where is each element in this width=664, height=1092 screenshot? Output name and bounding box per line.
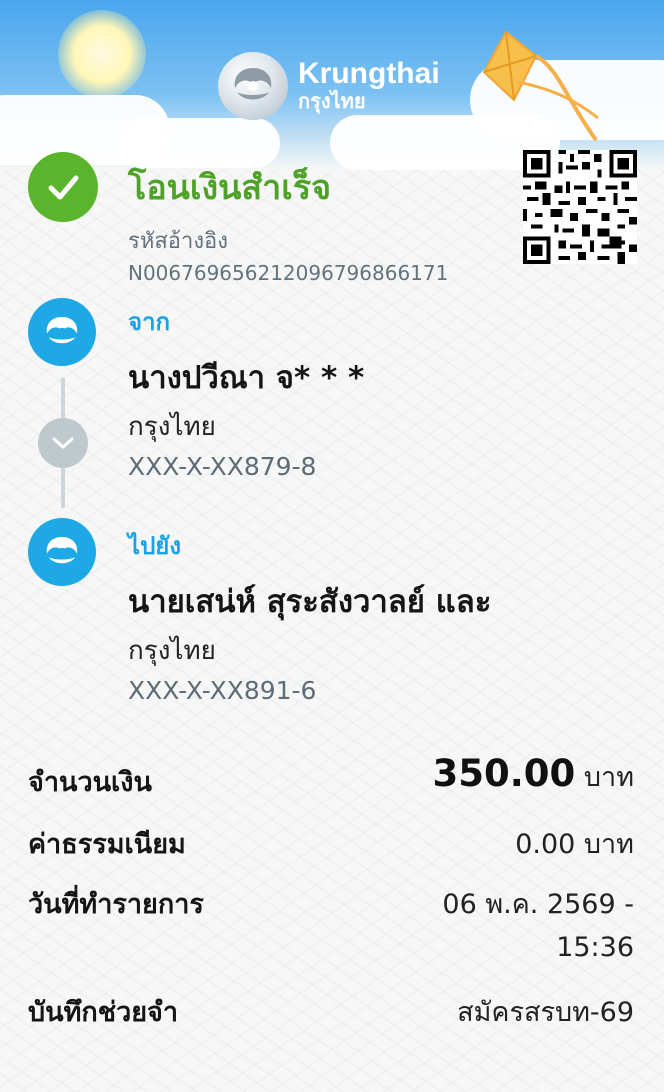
sender-bank: กรุงไทย [128,412,216,442]
krungthai-logo-icon [28,518,96,586]
fee-label: ค่าธรรมเนียม [28,829,186,860]
time-value: 15:36 [556,932,634,963]
connector-line [61,378,65,418]
transfer-status-title: โอนเงินสำเร็จ [128,168,332,208]
fee-value: 0.00 บาท [515,829,634,860]
amount-value: 350.00 [432,752,576,795]
brand-logo: Krungthai กรุงไทย [218,52,440,120]
memo-value: สมัครสรบท-69 [457,997,634,1028]
connector-line [61,468,65,508]
header-banner: Krungthai กรุงไทย [0,0,664,170]
kite-decoration [482,30,599,142]
amount-unit: บาท [583,762,634,793]
krungthai-logo-icon [218,52,288,120]
check-circle-icon [28,152,98,222]
recipient-name: นายเสน่ห์ สุระสังวาลย์ และ [128,584,492,620]
amount-value-group: 350.00 บาท [433,752,634,798]
date-label: วันที่ทำรายการ [28,889,204,920]
from-label: จาก [128,308,171,336]
sender-account: XXX-X-XX879-8 [128,452,317,481]
brand-name-th: กรุงไทย [298,89,366,113]
recipient-account: XXX-X-XX891-6 [128,676,317,705]
reference-value: N006769656212096796866171 [128,261,449,285]
chevron-down-icon [38,418,88,468]
qr-code-icon[interactable] [523,150,637,264]
amount-label: จำนวนเงิน [28,767,152,798]
to-label: ไปยัง [128,532,182,560]
recipient-bank: กรุงไทย [128,636,216,666]
krungthai-logo-icon [28,298,96,366]
reference-label: รหัสอ้างอิง [128,229,229,254]
date-value: 06 พ.ค. 2569 - [442,889,634,920]
memo-label: บันทึกช่วยจำ [28,997,179,1028]
brand-name-en: Krungthai [298,57,440,90]
sun-decoration [58,10,146,98]
sender-name: นางปวีณา จ* * * [128,360,365,396]
